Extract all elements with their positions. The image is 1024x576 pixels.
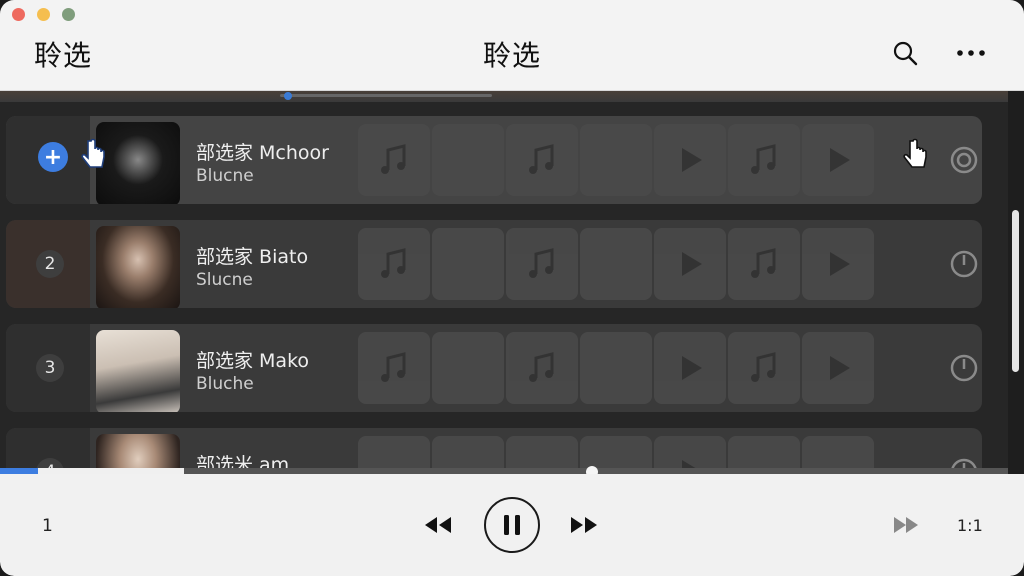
track-list[interactable]: + 部选家 Mchoor Blucne 2 部选家 Biato Slucne 3… xyxy=(0,90,1008,474)
track-number-box: + xyxy=(6,116,90,204)
skip-forward-button[interactable] xyxy=(888,510,924,540)
mini-progress xyxy=(280,94,492,97)
skip-forward-icon xyxy=(894,517,918,533)
title-bar: 聆选 聆选 xyxy=(0,0,1024,91)
track-artist: Blucne xyxy=(196,166,254,186)
background-tiles xyxy=(356,220,982,308)
track-row[interactable]: + 部选家 Mchoor Blucne xyxy=(6,116,982,204)
search-icon xyxy=(893,41,918,66)
pause-button[interactable] xyxy=(484,497,540,553)
hand-cursor-icon xyxy=(903,138,927,168)
background-tiles xyxy=(356,116,982,204)
track-artist: Slucne xyxy=(196,270,253,290)
track-number: 3 xyxy=(36,354,64,382)
power-icon xyxy=(950,354,978,382)
track-title: 部选家 Biato xyxy=(196,246,309,268)
track-action-button[interactable] xyxy=(950,354,978,382)
track-number: 2 xyxy=(36,250,64,278)
previous-row-fragment xyxy=(0,90,1008,102)
rewind-icon xyxy=(425,517,451,533)
more-button[interactable] xyxy=(954,38,988,68)
next-button[interactable] xyxy=(566,510,602,540)
track-number-box: 3 xyxy=(6,324,90,412)
track-title: 部选家 Mako xyxy=(196,350,310,372)
search-button[interactable] xyxy=(888,38,922,68)
track-number-box: 2 xyxy=(6,220,90,308)
track-count: 1 xyxy=(42,516,53,536)
minimize-window-button[interactable] xyxy=(37,8,50,21)
zoom-window-button[interactable] xyxy=(62,8,75,21)
track-action-button[interactable] xyxy=(950,250,978,278)
add-to-queue-button[interactable]: + xyxy=(38,142,68,172)
track-title: 部选家 Mchoor xyxy=(196,142,329,164)
track-row[interactable]: 2 部选家 Biato Slucne xyxy=(6,220,982,308)
power-icon xyxy=(950,146,978,174)
fast-forward-icon xyxy=(571,517,597,533)
hand-cursor-icon xyxy=(81,138,105,168)
album-cover xyxy=(96,226,180,308)
aspect-ratio-label[interactable]: 1꞉1 xyxy=(957,516,983,535)
pause-icon xyxy=(504,515,520,535)
power-icon xyxy=(950,250,978,278)
previous-button[interactable] xyxy=(420,510,456,540)
track-artist: Bluche xyxy=(196,374,254,394)
album-cover xyxy=(96,330,180,412)
scrollbar-thumb[interactable] xyxy=(1012,210,1019,372)
close-window-button[interactable] xyxy=(12,8,25,21)
more-icon xyxy=(957,50,985,56)
track-row[interactable]: 3 部选家 Mako Bluche xyxy=(6,324,982,412)
page-title: 聆选 xyxy=(482,39,541,72)
album-cover xyxy=(96,122,180,204)
player-controls: 1 1꞉1 xyxy=(0,474,1024,576)
app-window: 聆选 聆选 + 部选家 Mchoor Blucne 2 部选家 Biato Sl… xyxy=(0,0,1024,576)
background-tiles xyxy=(356,324,982,412)
track-action-button[interactable] xyxy=(950,146,978,174)
mini-progress-knob xyxy=(284,92,292,100)
